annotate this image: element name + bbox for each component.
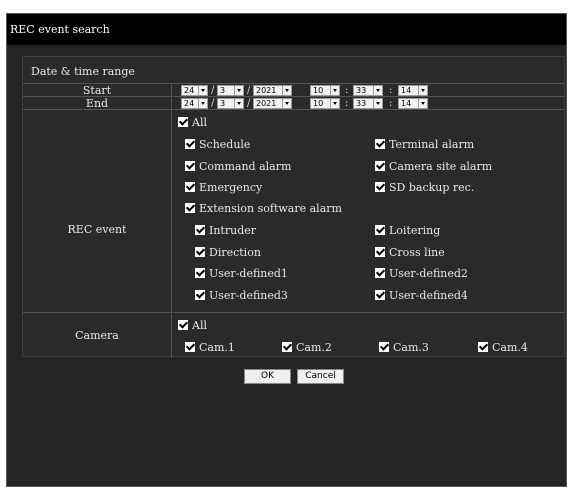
checkbox-checked-icon — [185, 139, 195, 149]
start-second-select[interactable]: 14 — [398, 85, 428, 96]
cross-line-checkbox[interactable]: Cross line — [375, 247, 445, 259]
checkbox-checked-icon — [282, 342, 292, 352]
camera-label: Camera — [75, 329, 119, 342]
checkbox-checked-icon — [195, 268, 205, 278]
start-label: Start — [82, 84, 112, 97]
loitering-checkbox[interactable]: Loitering — [375, 225, 440, 237]
checkbox-checked-icon — [375, 182, 385, 192]
chevron-down-icon — [373, 99, 382, 108]
chevron-down-icon — [234, 99, 243, 108]
checkbox-checked-icon — [195, 247, 205, 257]
checkbox-checked-icon — [375, 290, 385, 300]
cam3-checkbox[interactable]: Cam.3 — [379, 342, 429, 354]
checkbox-checked-icon — [375, 268, 385, 278]
terminal-alarm-checkbox[interactable]: Terminal alarm — [375, 139, 474, 151]
user-defined3-checkbox[interactable]: User-defined3 — [195, 290, 288, 302]
search-panel: Date & time range Start 24 / 3 / 2021 10… — [22, 56, 565, 358]
checkbox-checked-icon — [375, 247, 385, 257]
intruder-checkbox[interactable]: Intruder — [195, 225, 256, 237]
checkbox-checked-icon — [185, 203, 195, 213]
sd-backup-checkbox[interactable]: SD backup rec. — [375, 182, 474, 194]
start-minute-select[interactable]: 33 — [353, 85, 383, 96]
end-second-select[interactable]: 14 — [398, 98, 428, 109]
divider — [23, 312, 564, 313]
checkbox-checked-icon — [178, 117, 188, 127]
cam2-checkbox[interactable]: Cam.2 — [282, 342, 332, 354]
rec-event-all-checkbox[interactable]: All — [178, 117, 207, 129]
checkbox-checked-icon — [375, 161, 385, 171]
checkbox-checked-icon — [375, 139, 385, 149]
window-title: REC event search — [7, 14, 566, 45]
cancel-button[interactable]: Cancel — [297, 369, 344, 384]
chevron-down-icon — [198, 99, 207, 108]
end-year-select[interactable]: 2021 — [253, 98, 292, 109]
date-time-range-title: Date & time range — [31, 65, 135, 78]
user-defined4-checkbox[interactable]: User-defined4 — [375, 290, 468, 302]
start-year-select[interactable]: 2021 — [253, 85, 292, 96]
user-defined1-checkbox[interactable]: User-defined1 — [195, 268, 288, 280]
rec-event-label: REC event — [67, 223, 127, 236]
chevron-down-icon — [330, 86, 339, 95]
ok-button[interactable]: OK — [244, 369, 291, 384]
camera-all-checkbox[interactable]: All — [178, 320, 207, 332]
end-month-select[interactable]: 3 — [217, 98, 244, 109]
checkbox-checked-icon — [195, 290, 205, 300]
chevron-down-icon — [282, 99, 291, 108]
chevron-down-icon — [282, 86, 291, 95]
emergency-checkbox[interactable]: Emergency — [185, 182, 262, 194]
end-minute-select[interactable]: 33 — [353, 98, 383, 109]
cam4-checkbox[interactable]: Cam.4 — [478, 342, 528, 354]
start-hour-select[interactable]: 10 — [310, 85, 340, 96]
end-day-select[interactable]: 24 — [181, 98, 208, 109]
rec-event-search-window: REC event search Date & time range Start… — [6, 13, 567, 487]
user-defined2-checkbox[interactable]: User-defined2 — [375, 268, 468, 280]
checkbox-checked-icon — [185, 182, 195, 192]
checkbox-checked-icon — [379, 342, 389, 352]
end-hour-select[interactable]: 10 — [310, 98, 340, 109]
checkbox-checked-icon — [478, 342, 488, 352]
start-day-select[interactable]: 24 — [181, 85, 208, 96]
direction-checkbox[interactable]: Direction — [195, 247, 261, 259]
column-divider — [171, 83, 172, 358]
schedule-checkbox[interactable]: Schedule — [185, 139, 250, 151]
checkbox-checked-icon — [195, 225, 205, 235]
chevron-down-icon — [418, 99, 427, 108]
checkbox-checked-icon — [185, 342, 195, 352]
chevron-down-icon — [198, 86, 207, 95]
checkbox-checked-icon — [375, 225, 385, 235]
end-label: End — [85, 97, 109, 110]
camera-site-alarm-checkbox[interactable]: Camera site alarm — [375, 161, 492, 173]
chevron-down-icon — [330, 99, 339, 108]
chevron-down-icon — [373, 86, 382, 95]
chevron-down-icon — [234, 86, 243, 95]
cam1-checkbox[interactable]: Cam.1 — [185, 342, 235, 354]
extension-software-alarm-checkbox[interactable]: Extension software alarm — [185, 203, 342, 215]
command-alarm-checkbox[interactable]: Command alarm — [185, 161, 291, 173]
checkbox-checked-icon — [178, 320, 188, 330]
start-month-select[interactable]: 3 — [217, 85, 244, 96]
chevron-down-icon — [418, 86, 427, 95]
checkbox-checked-icon — [185, 161, 195, 171]
